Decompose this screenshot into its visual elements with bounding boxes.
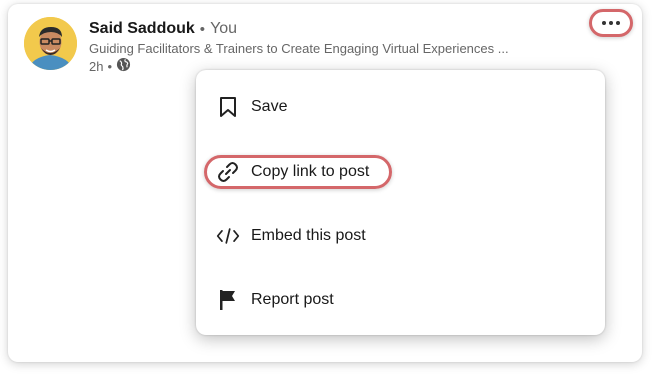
author-name[interactable]: Said Saddouk: [89, 20, 195, 38]
avatar[interactable]: [24, 17, 77, 70]
ellipsis-dot: [616, 21, 620, 25]
author-row: Said Saddouk • You: [89, 18, 237, 40]
menu-item-embed[interactable]: Embed this post: [196, 216, 605, 256]
post-meta: 2h •: [89, 57, 131, 75]
avatar-image: [24, 17, 77, 70]
flag-icon: [216, 288, 240, 312]
globe-icon: [116, 57, 131, 75]
meta-separator: •: [107, 58, 113, 74]
ellipsis-dot: [609, 21, 613, 25]
menu-item-save[interactable]: Save: [196, 87, 605, 127]
menu-item-report[interactable]: Report post: [196, 280, 605, 320]
post-options-menu: Save Copy link to post Embed this post R…: [196, 70, 605, 335]
post-time: 2h: [89, 58, 104, 74]
author-relation: You: [210, 20, 238, 37]
author-headline: Guiding Facilitators & Trainers to Creat…: [89, 41, 509, 56]
bookmark-icon: [216, 95, 240, 119]
author-separator: •: [199, 20, 206, 38]
code-icon: [216, 224, 240, 248]
more-options-button[interactable]: [589, 9, 633, 37]
menu-item-label: Embed this post: [251, 227, 366, 244]
ellipsis-dot: [602, 21, 606, 25]
copy-link-highlight: [204, 155, 392, 189]
menu-item-label: Report post: [251, 291, 334, 308]
menu-item-label: Save: [251, 98, 288, 115]
